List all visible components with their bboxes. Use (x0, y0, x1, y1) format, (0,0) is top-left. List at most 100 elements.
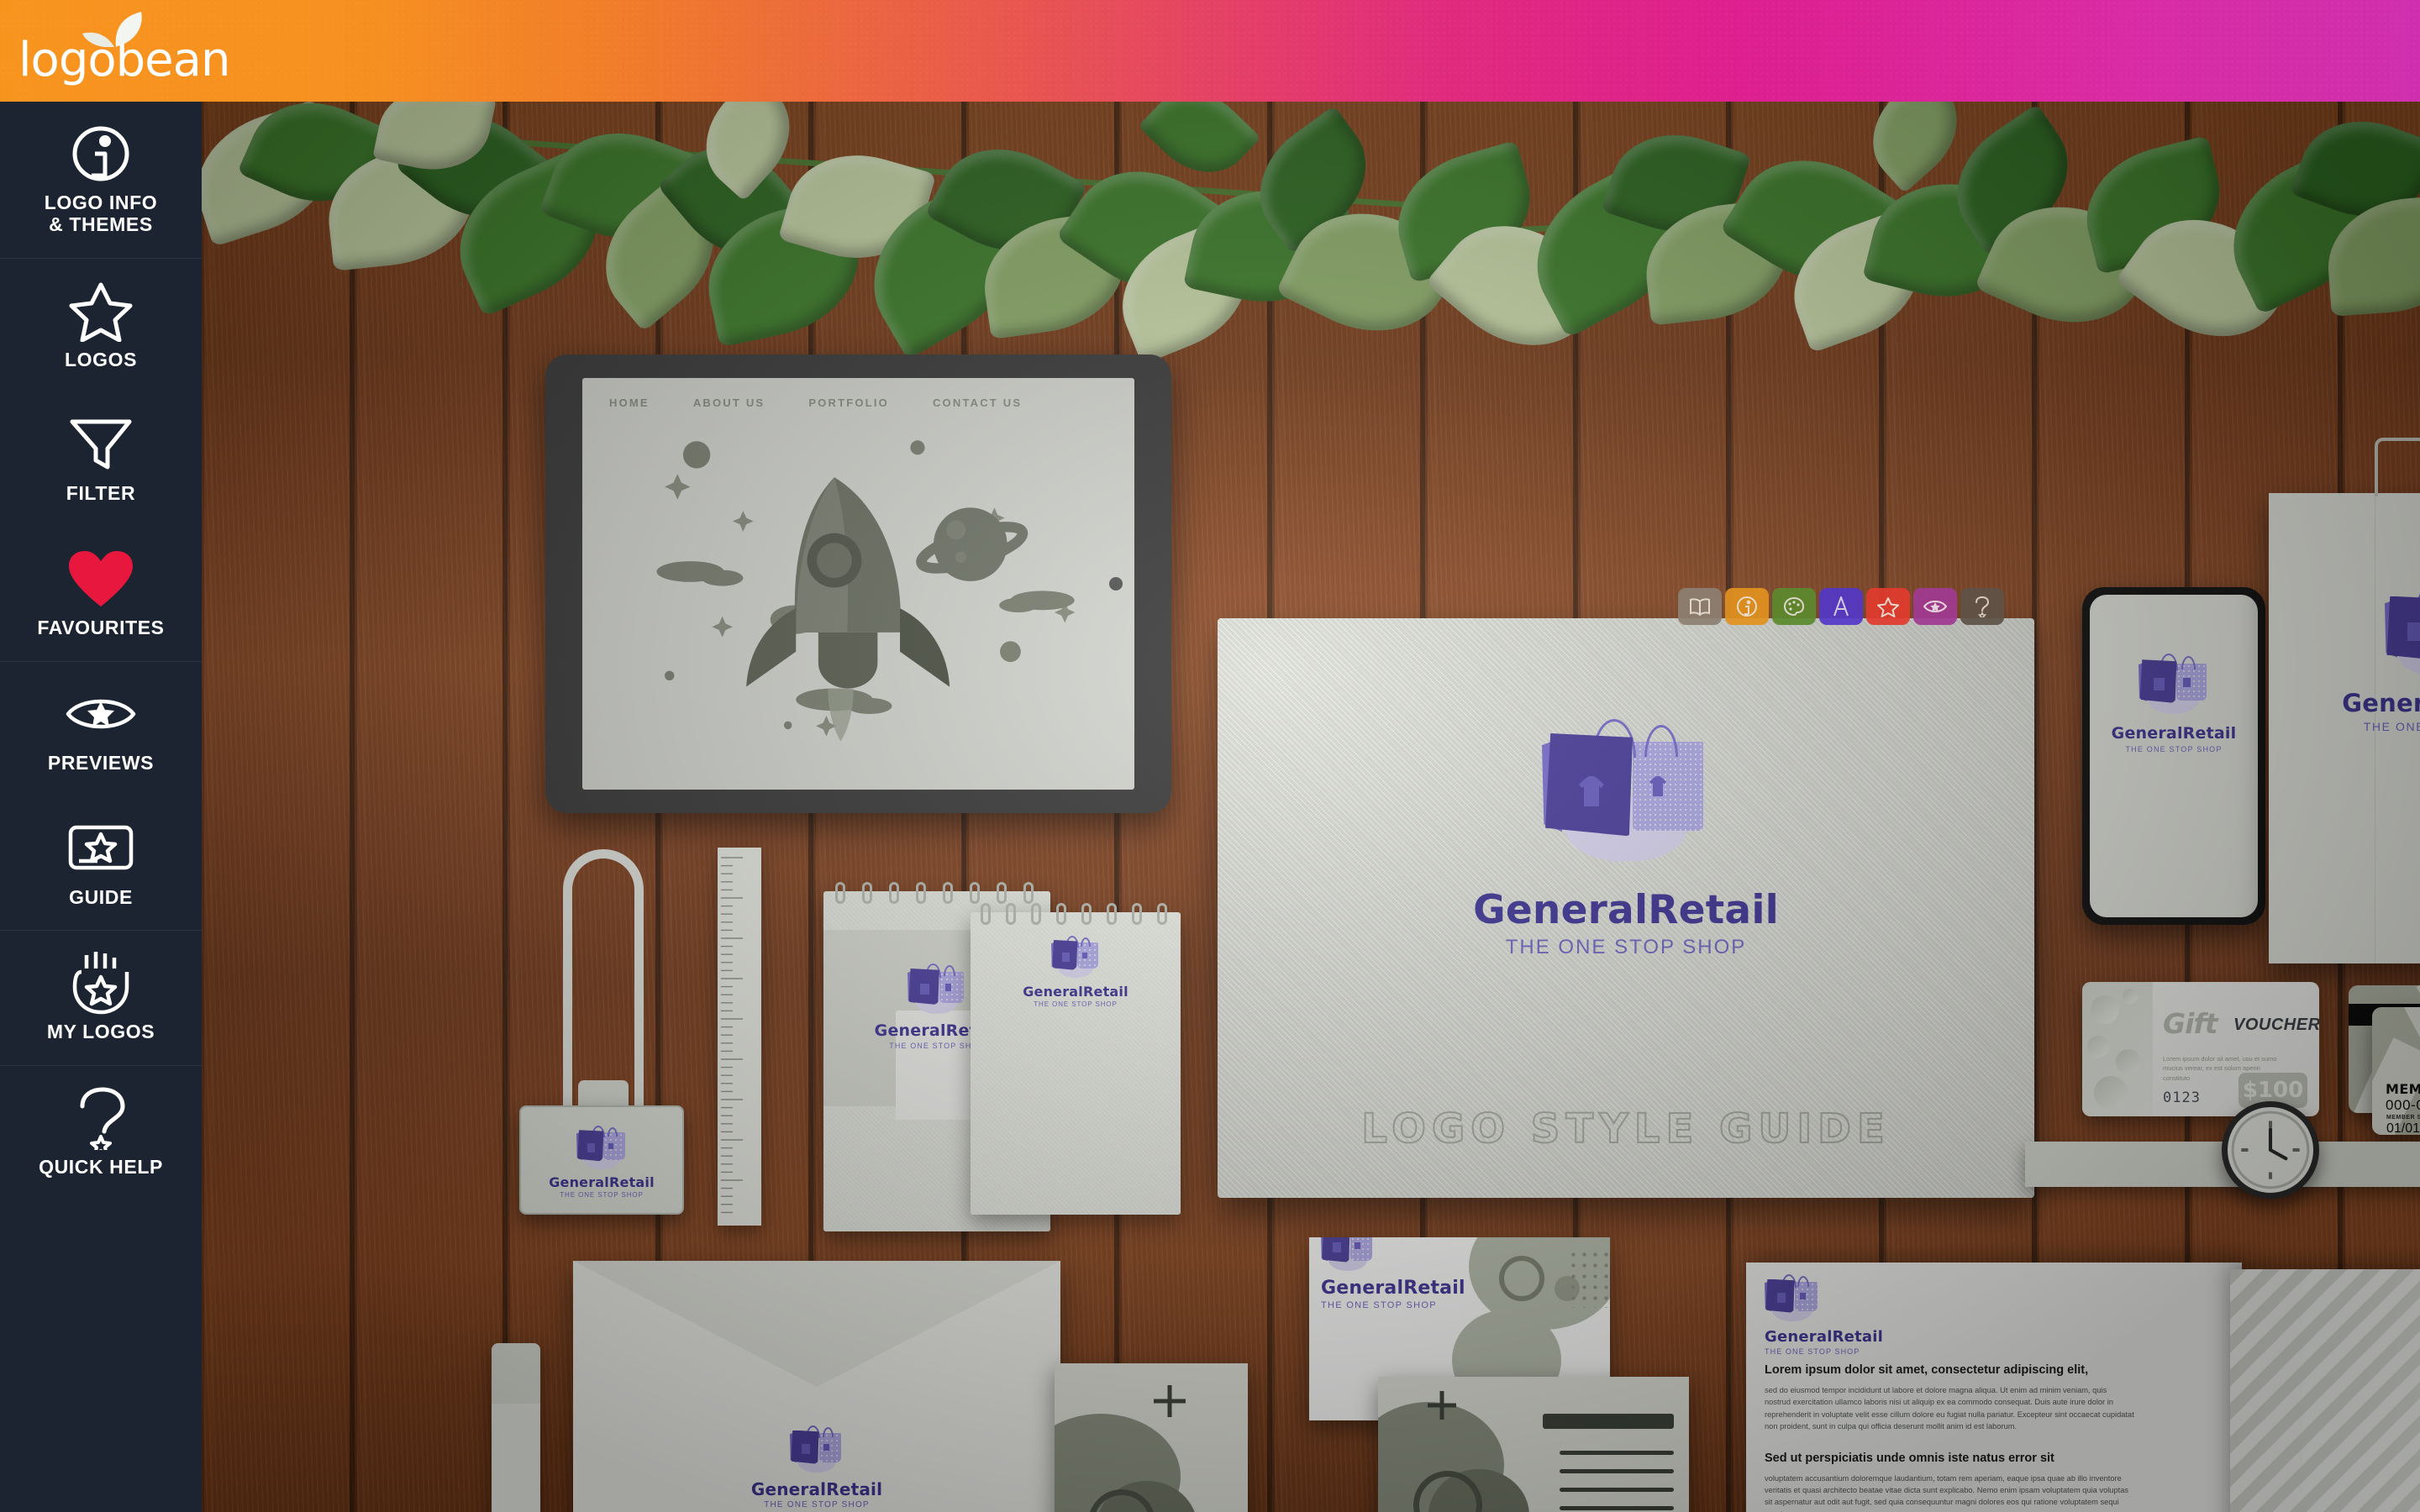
sidebar-group-2: LOGOS FILTER FAVOURITES (0, 259, 202, 662)
gift-voucher-mockup: Gift VOUCHER Lorem ipsum dolor sit amet,… (2082, 982, 2319, 1116)
shopping-bags-logo-mark (2139, 654, 2209, 714)
leaf-sprout-icon (82, 12, 142, 47)
tablet-nav-item[interactable]: CONTACT US (933, 396, 1022, 409)
tablet-nav-item[interactable]: PORTFOLIO (808, 396, 889, 409)
plus-icon (1154, 1385, 1186, 1417)
sidebar-item-label: PREVIEWS (47, 751, 155, 774)
sidebar-item-favourites[interactable]: FAVOURITES (0, 527, 202, 661)
question-mark-icon (1975, 596, 1990, 617)
sidebar-item-guide[interactable]: GUIDE (0, 796, 202, 931)
logo-name: GeneralRetail (1765, 1330, 1883, 1345)
toolbar-chip-preview[interactable] (1913, 588, 1957, 625)
notepad-small: GeneralRetail THE ONE STOP SHOP (971, 903, 1181, 1215)
tablet-mockup: HOME ABOUT US PORTFOLIO CONTACT US (545, 354, 1171, 813)
desk-mockup-scene: HOME ABOUT US PORTFOLIO CONTACT US Gener… (202, 102, 2420, 1512)
logo-name: GeneralRetail (2090, 726, 2258, 742)
sidebar-item-label: LOGOS (64, 348, 138, 370)
lanyard-strap (563, 849, 644, 1110)
ivy-plant-decoration (202, 102, 2420, 488)
sidebar-item-previews[interactable]: PREVIEWS (0, 662, 202, 796)
sidebar-item-label: MY LOGOS (46, 1021, 155, 1043)
open-book-mockup (2230, 1269, 2420, 1512)
logo-name-part2: Retail (2182, 724, 2237, 743)
vip-member-since-label: MEMBER SINCE (2386, 1115, 2420, 1121)
tablet-camera (1109, 577, 1123, 591)
toolbar-chip-book[interactable] (1678, 588, 1722, 625)
logo-name: GeneralRetail (1321, 1279, 1465, 1298)
star-icon (1877, 596, 1899, 617)
tablet-nav-item[interactable]: HOME (609, 396, 650, 409)
toolbar-chip-fonts[interactable] (1819, 588, 1863, 625)
usb-drive-cap (492, 1343, 540, 1404)
left-sidebar: LOGO INFO & THEMES LOGOS FILTER FAVOURIT… (0, 102, 202, 1512)
sidebar-item-label: GUIDE (69, 885, 133, 908)
mockup-toolbar (1678, 588, 2004, 625)
tablet-screen: HOME ABOUT US PORTFOLIO CONTACT US (582, 378, 1134, 790)
letterhead-paragraph-1: sed do eiusmod tempor incididunt ut labo… (1765, 1386, 2134, 1431)
plus-icon (1428, 1391, 1456, 1420)
logo-name: GeneralRetail (971, 985, 1181, 999)
app-header: logobean (0, 0, 2420, 102)
logo-name-part1: General (1023, 984, 1083, 1000)
shopping-bags-logo-mark (1765, 1274, 1820, 1321)
palette-icon (1783, 596, 1805, 617)
toolbar-chip-palette[interactable] (1772, 588, 1816, 625)
toolbar-chip-favourite[interactable] (1866, 588, 1910, 625)
question-star-icon (5, 1087, 197, 1150)
letterhead-heading-2: Sed ut perspiciatis unde omnis iste natu… (1765, 1451, 2054, 1465)
voucher-gift-word: Gift (2163, 1007, 2218, 1040)
ruler-ticks (721, 857, 743, 1214)
sidebar-item-label: FAVOURITES (37, 617, 165, 638)
vip-card-front: VIP CARD MEMBER NAME 000-000-000 MEMBER … (2372, 1007, 2420, 1135)
letterhead-paragraph-2: voluptatem accusantium doloremque laudan… (1765, 1473, 2129, 1512)
phone-screen: GeneralRetail THE ONE STOP SHOP (2090, 595, 2258, 917)
logo-name: GeneralRetail (1218, 890, 2034, 930)
rocket-illustration (656, 440, 1076, 742)
style-guide-card: GeneralRetail THE ONE STOP SHOP LOGO STY… (1218, 618, 2034, 1198)
eye-star-icon (1923, 601, 1947, 612)
hand-star-icon (5, 952, 197, 1015)
logo-name: GeneralRetail (521, 1176, 682, 1189)
sidebar-item-quick-help[interactable]: QUICK HELP (0, 1066, 202, 1200)
logobean-logo[interactable]: logobean (18, 12, 230, 89)
style-guide-title: LOGO STYLE GUIDE (1360, 1105, 1891, 1153)
brand-wordmark: logobean (18, 33, 230, 87)
ruler-mockup (718, 848, 761, 1226)
shopping-bags-logo-mark (576, 1126, 627, 1169)
vip-member-since-value: 01/01 (2386, 1121, 2420, 1135)
shopping-bags-logo-mark (1051, 936, 1100, 978)
logo-tagline: THE ONE STOP SHOP (2125, 745, 2223, 753)
letterhead-lockup: GeneralRetail THE ONE STOP SHOP (1765, 1274, 1883, 1356)
sidebar-item-filter[interactable]: FILTER (0, 392, 202, 527)
sidebar-group-3: PREVIEWS GUIDE (0, 662, 202, 932)
tablet-nav-item[interactable]: ABOUT US (693, 396, 765, 409)
sidebar-item-logo-info-themes[interactable]: LOGO INFO & THEMES (0, 102, 202, 258)
logo-tagline: THE ONE STOP SHOP (560, 1191, 644, 1199)
sidebar-item-label: QUICK HELP (39, 1156, 163, 1178)
logo-name-part1: General (1473, 887, 1649, 933)
logo-tagline: THE ONE STOP SHOP (1321, 1300, 1437, 1310)
envelope-lockup: GeneralRetail THE ONE STOP SHOP (573, 1425, 1060, 1509)
shopping-bags-logo-mark (1542, 719, 1710, 862)
vip-member-number: 000-000-000 (2386, 1097, 2420, 1113)
folder-lockup: GeneralRetail THE ONE STOP SHOP (2269, 587, 2420, 732)
logo-name-part1: General (874, 1021, 946, 1040)
sidebar-item-my-logos[interactable]: MY LOGOS (0, 931, 202, 1065)
logo-name-part2: Retail (1832, 1328, 1883, 1346)
letter-a-icon (1833, 596, 1849, 617)
logo-tagline: THE ONE STOP SHOP (1034, 1000, 1118, 1008)
watch-face (2222, 1101, 2319, 1199)
info-circle-icon (1737, 596, 1757, 617)
voucher-texture (2082, 982, 2153, 1116)
logo-name-part2: Retail (1403, 1278, 1465, 1299)
logo-name-part1: General (1765, 1328, 1833, 1346)
business-card-back-right (1378, 1377, 1689, 1512)
tablet-nav: HOME ABOUT US PORTFOLIO CONTACT US (582, 378, 1134, 409)
toolbar-chip-info[interactable] (1725, 588, 1769, 625)
folder-mockup: GeneralRetail THE ONE STOP SHOP (2269, 438, 2420, 963)
toolbar-chip-help[interactable] (1960, 588, 2004, 625)
logo-name-part1: General (549, 1174, 609, 1190)
sidebar-item-logos[interactable]: LOGOS (0, 259, 202, 393)
sidebar-item-label: LOGO INFO & THEMES (5, 192, 197, 236)
logo-name-part1: General (2111, 724, 2183, 743)
